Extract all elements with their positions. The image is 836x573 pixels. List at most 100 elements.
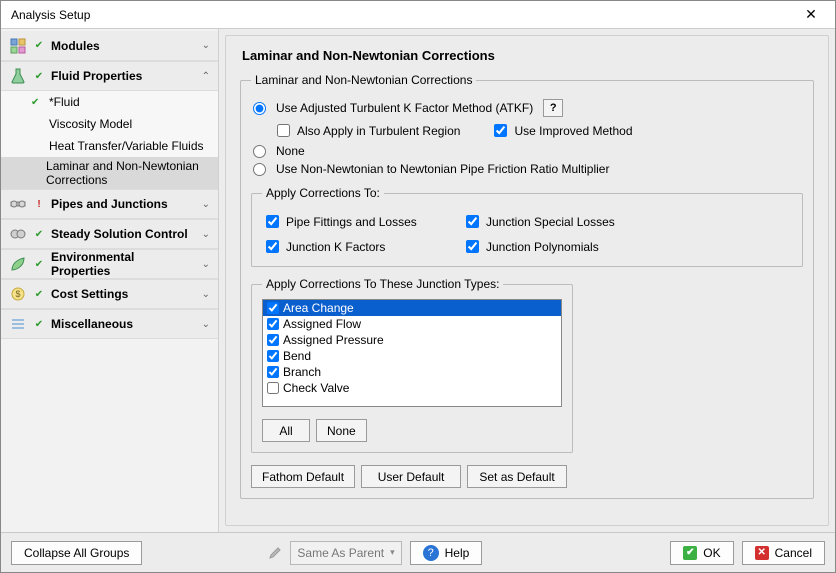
none-button[interactable]: None	[316, 419, 367, 442]
cb-pipe-fittings[interactable]	[266, 215, 279, 228]
cb-junction-k-wrap[interactable]: Junction K Factors	[262, 237, 452, 256]
sidebar-group-environmental[interactable]: ✔ Environmental Properties ⌄	[1, 249, 218, 279]
sidebar-item-label: *Fluid	[49, 95, 80, 109]
cb-junction-special[interactable]	[466, 215, 479, 228]
junction-types-legend: Apply Corrections To These Junction Type…	[262, 277, 503, 291]
all-button[interactable]: All	[262, 419, 310, 442]
junction-type-checkbox[interactable]	[267, 366, 279, 378]
cancel-button[interactable]: ✕ Cancel	[742, 541, 825, 565]
radio-row-multiplier: Use Non-Newtonian to Newtonian Pipe Fric…	[251, 162, 803, 176]
help-label: Help	[445, 546, 470, 560]
junction-type-item[interactable]: Area Change	[263, 300, 561, 316]
sidebar-item-viscosity-model[interactable]: Viscosity Model	[1, 113, 218, 135]
main-inner: Laminar and Non-Newtonian Corrections La…	[225, 35, 829, 526]
warn-icon: !	[33, 199, 45, 210]
junction-type-checkbox[interactable]	[267, 350, 279, 362]
body: ✔ Modules ⌄ ✔ Fluid Properties ⌃ ✔ *Flui…	[1, 29, 835, 532]
chevron-up-icon: ⌃	[202, 71, 210, 82]
leaf-icon	[9, 256, 27, 272]
window-title: Analysis Setup	[11, 8, 791, 22]
help-atkf-button[interactable]: ?	[543, 99, 563, 117]
close-button[interactable]: ✕	[791, 6, 831, 23]
junction-type-item[interactable]: Bend	[263, 348, 561, 364]
chevron-down-icon: ⌄	[202, 259, 210, 270]
sidebar-group-pipes-junctions[interactable]: ! Pipes and Junctions ⌄	[1, 189, 218, 219]
titlebar: Analysis Setup ✕	[1, 1, 835, 29]
cb-also-apply-wrap[interactable]: Also Apply in Turbulent Region	[273, 121, 460, 140]
sidebar-item-label: Laminar and Non-Newtonian Corrections	[46, 159, 210, 187]
cb-junction-k-label: Junction K Factors	[286, 240, 385, 254]
junction-types-list[interactable]: Area ChangeAssigned FlowAssigned Pressur…	[262, 299, 562, 407]
junction-type-checkbox[interactable]	[267, 318, 279, 330]
atkf-sub-row: Also Apply in Turbulent Region Use Impro…	[273, 121, 803, 140]
junction-type-item[interactable]: Assigned Pressure	[263, 332, 561, 348]
sidebar-group-fluid-properties[interactable]: ✔ Fluid Properties ⌃	[1, 61, 218, 91]
ok-button[interactable]: ✔ OK	[670, 541, 733, 565]
cb-improved[interactable]	[494, 124, 507, 137]
modules-icon	[9, 38, 27, 54]
user-default-button[interactable]: User Default	[361, 465, 461, 488]
corrections-group: Laminar and Non-Newtonian Corrections Us…	[240, 73, 814, 499]
help-button[interactable]: ? Help	[410, 541, 483, 565]
radio-atkf[interactable]	[253, 102, 266, 115]
footer: Collapse All Groups Same As Parent ▾ ? H…	[1, 532, 835, 572]
junction-type-checkbox[interactable]	[267, 382, 279, 394]
corrections-legend: Laminar and Non-Newtonian Corrections	[251, 73, 476, 87]
radio-multiplier[interactable]	[253, 163, 266, 176]
sidebar-group-modules[interactable]: ✔ Modules ⌄	[1, 31, 218, 61]
sidebar-group-cost-settings[interactable]: $ ✔ Cost Settings ⌄	[1, 279, 218, 309]
radio-none-label: None	[276, 144, 305, 158]
sidebar-group-label: Cost Settings	[51, 287, 196, 301]
set-default-button[interactable]: Set as Default	[467, 465, 567, 488]
sidebar-item-heat-transfer[interactable]: Heat Transfer/Variable Fluids	[1, 135, 218, 157]
cb-pipe-fittings-wrap[interactable]: Pipe Fittings and Losses	[262, 212, 452, 231]
cancel-icon: ✕	[755, 546, 769, 560]
junction-type-item[interactable]: Branch	[263, 364, 561, 380]
radio-row-none: None	[251, 144, 803, 158]
cb-improved-wrap[interactable]: Use Improved Method	[490, 121, 632, 140]
junction-type-checkbox[interactable]	[267, 302, 279, 314]
svg-text:$: $	[15, 289, 20, 299]
check-icon: ✔	[33, 229, 45, 240]
flask-icon	[9, 68, 27, 84]
same-as-parent-label: Same As Parent	[297, 546, 384, 560]
ok-label: OK	[703, 546, 720, 560]
check-icon: ✔	[33, 289, 45, 300]
junction-type-item[interactable]: Assigned Flow	[263, 316, 561, 332]
misc-icon	[9, 316, 27, 332]
cb-also-apply[interactable]	[277, 124, 290, 137]
radio-none[interactable]	[253, 145, 266, 158]
sidebar-group-steady-solution[interactable]: ✔ Steady Solution Control ⌄	[1, 219, 218, 249]
junction-type-checkbox[interactable]	[267, 334, 279, 346]
junction-type-label: Area Change	[283, 301, 354, 315]
check-icon: ✔	[31, 97, 43, 108]
cost-icon: $	[9, 286, 27, 302]
collapse-all-label: Collapse All Groups	[24, 546, 129, 560]
cb-junction-k[interactable]	[266, 240, 279, 253]
sidebar-group-label: Pipes and Junctions	[51, 197, 196, 211]
junction-type-label: Branch	[283, 365, 321, 379]
ok-icon: ✔	[683, 546, 697, 560]
sidebar-subitems-fluid: ✔ *Fluid Viscosity Model Heat Transfer/V…	[1, 91, 218, 189]
apply-to-legend: Apply Corrections To:	[262, 186, 384, 200]
sidebar-item-label: Viscosity Model	[49, 117, 132, 131]
junction-type-item[interactable]: Check Valve	[263, 380, 561, 396]
sidebar: ✔ Modules ⌄ ✔ Fluid Properties ⌃ ✔ *Flui…	[1, 29, 219, 532]
cb-junction-special-wrap[interactable]: Junction Special Losses	[462, 212, 672, 231]
sidebar-item-laminar-corrections[interactable]: Laminar and Non-Newtonian Corrections	[1, 157, 218, 189]
radio-atkf-label: Use Adjusted Turbulent K Factor Method (…	[276, 101, 533, 115]
sidebar-item-fluid[interactable]: ✔ *Fluid	[1, 91, 218, 113]
sidebar-group-label: Steady Solution Control	[51, 227, 196, 241]
fathom-default-button[interactable]: Fathom Default	[251, 465, 355, 488]
cb-junction-poly-wrap[interactable]: Junction Polynomials	[462, 237, 672, 256]
cb-junction-special-label: Junction Special Losses	[486, 215, 615, 229]
collapse-all-button[interactable]: Collapse All Groups	[11, 541, 142, 565]
radio-multiplier-label: Use Non-Newtonian to Newtonian Pipe Fric…	[276, 162, 609, 176]
same-as-parent-dropdown[interactable]: Same As Parent ▾	[290, 541, 401, 565]
sidebar-group-label: Miscellaneous	[51, 317, 196, 331]
chevron-down-icon: ⌄	[202, 319, 210, 330]
junction-type-label: Bend	[283, 349, 311, 363]
sidebar-group-miscellaneous[interactable]: ✔ Miscellaneous ⌄	[1, 309, 218, 339]
cb-junction-poly[interactable]	[466, 240, 479, 253]
check-icon: ✔	[33, 259, 45, 270]
